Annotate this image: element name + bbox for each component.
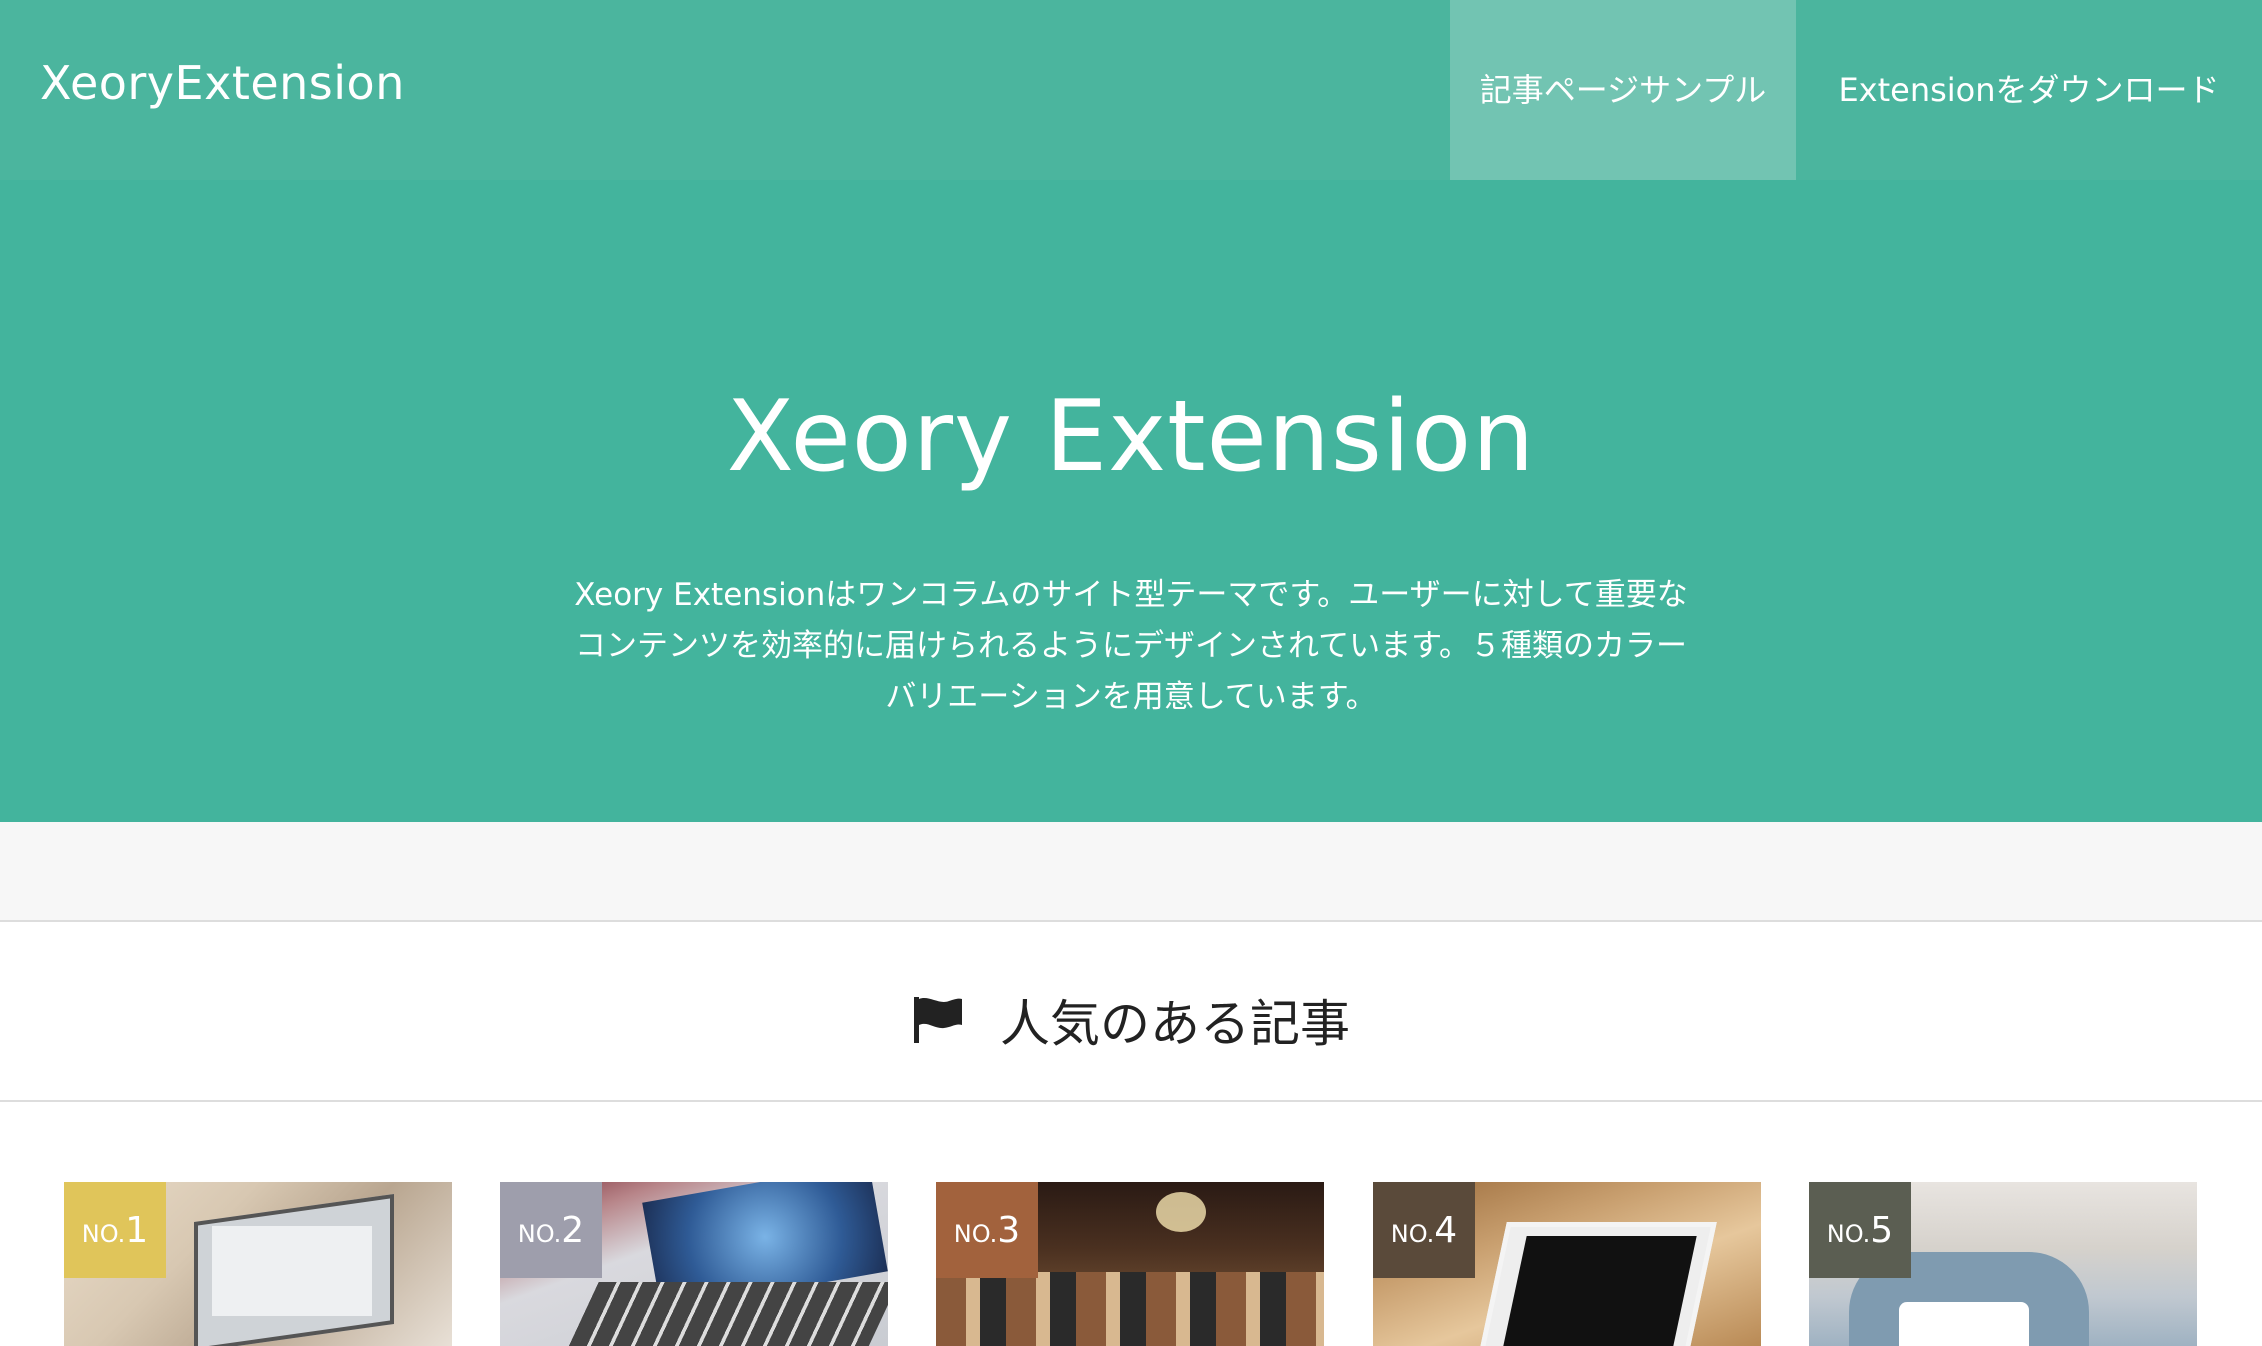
rank-prefix: NO. [81,1220,126,1248]
rank-number: 5 [1870,1209,1894,1251]
rank-prefix: NO. [1390,1220,1435,1248]
rank-badge: NO. 1 [64,1182,166,1278]
popular-cards: NO. 1 NO. 2 NO. 3 NO. 4 NO. 5 [0,1182,2262,1346]
hero-description: Xeory Extensionはワンコラムのサイト型テーマです。ユーザーに対して… [574,577,1688,715]
rank-number: 1 [125,1209,149,1251]
popular-card[interactable]: NO. 2 [500,1182,888,1346]
rank-prefix: NO. [517,1220,562,1248]
rank-badge: NO. 3 [936,1182,1038,1278]
nav-item-article-sample[interactable]: 記事ページサンプル [1450,0,1796,180]
spacer-band [0,822,2262,922]
hero-section: Xeory Extension Xeory Extensionはワンコラムのサイ… [0,180,2262,822]
rank-badge: NO. 4 [1373,1182,1475,1278]
popular-card[interactable]: NO. 1 [64,1182,452,1346]
hero-title: Xeory Extension [726,380,1536,494]
rank-number: 4 [1434,1209,1458,1251]
rank-number: 3 [997,1209,1021,1251]
rank-badge: NO. 5 [1809,1182,1911,1278]
top-navbar: XeoryExtension 記事ページサンプル Extensionをダウンロー… [0,0,2262,180]
rank-prefix: NO. [953,1220,998,1248]
popular-heading-text: 人気のある記事 [999,995,1350,1053]
popular-section-header: 人気のある記事 [0,922,2262,1102]
site-logo[interactable]: XeoryExtension [40,56,405,110]
rank-number: 2 [561,1209,585,1251]
popular-card[interactable]: NO. 5 [1809,1182,2197,1346]
flag-icon [914,997,963,1043]
popular-card[interactable]: NO. 4 [1373,1182,1761,1346]
popular-section-title: 人気のある記事 [0,984,2262,1056]
rank-badge: NO. 2 [500,1182,602,1278]
nav-item-download[interactable]: Extensionをダウンロード [1796,0,2262,180]
popular-card[interactable]: NO. 3 [936,1182,1324,1346]
rank-prefix: NO. [1826,1220,1871,1248]
